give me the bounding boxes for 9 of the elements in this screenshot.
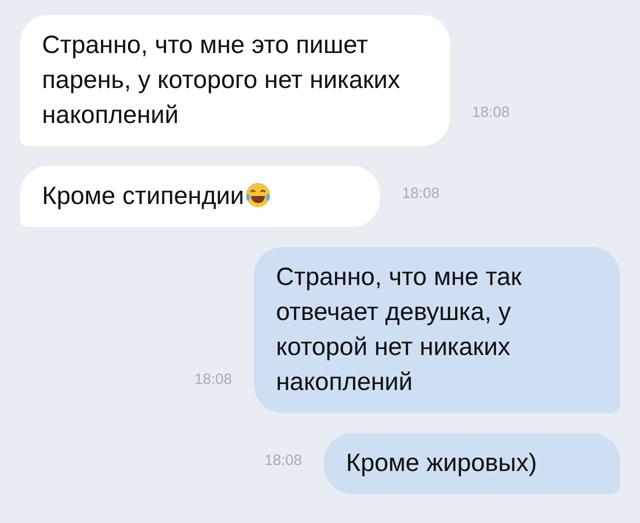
laughing-emoji-icon — [245, 182, 272, 208]
message-text: Кроме жировых) — [346, 449, 537, 477]
message-time: 18:08 — [472, 102, 510, 122]
message-text: Странно, что мне так отвечает девушка, у которой нет никаких накоплений — [276, 263, 522, 396]
message-text: Кроме стипендии — [42, 182, 244, 210]
message-time: 18:08 — [264, 450, 302, 470]
message-time: 18:08 — [402, 184, 440, 204]
message-time: 18:08 — [194, 370, 232, 390]
message-text: Странно, что мне это пишет парень, у которого нет никаких накоплений — [42, 31, 400, 129]
